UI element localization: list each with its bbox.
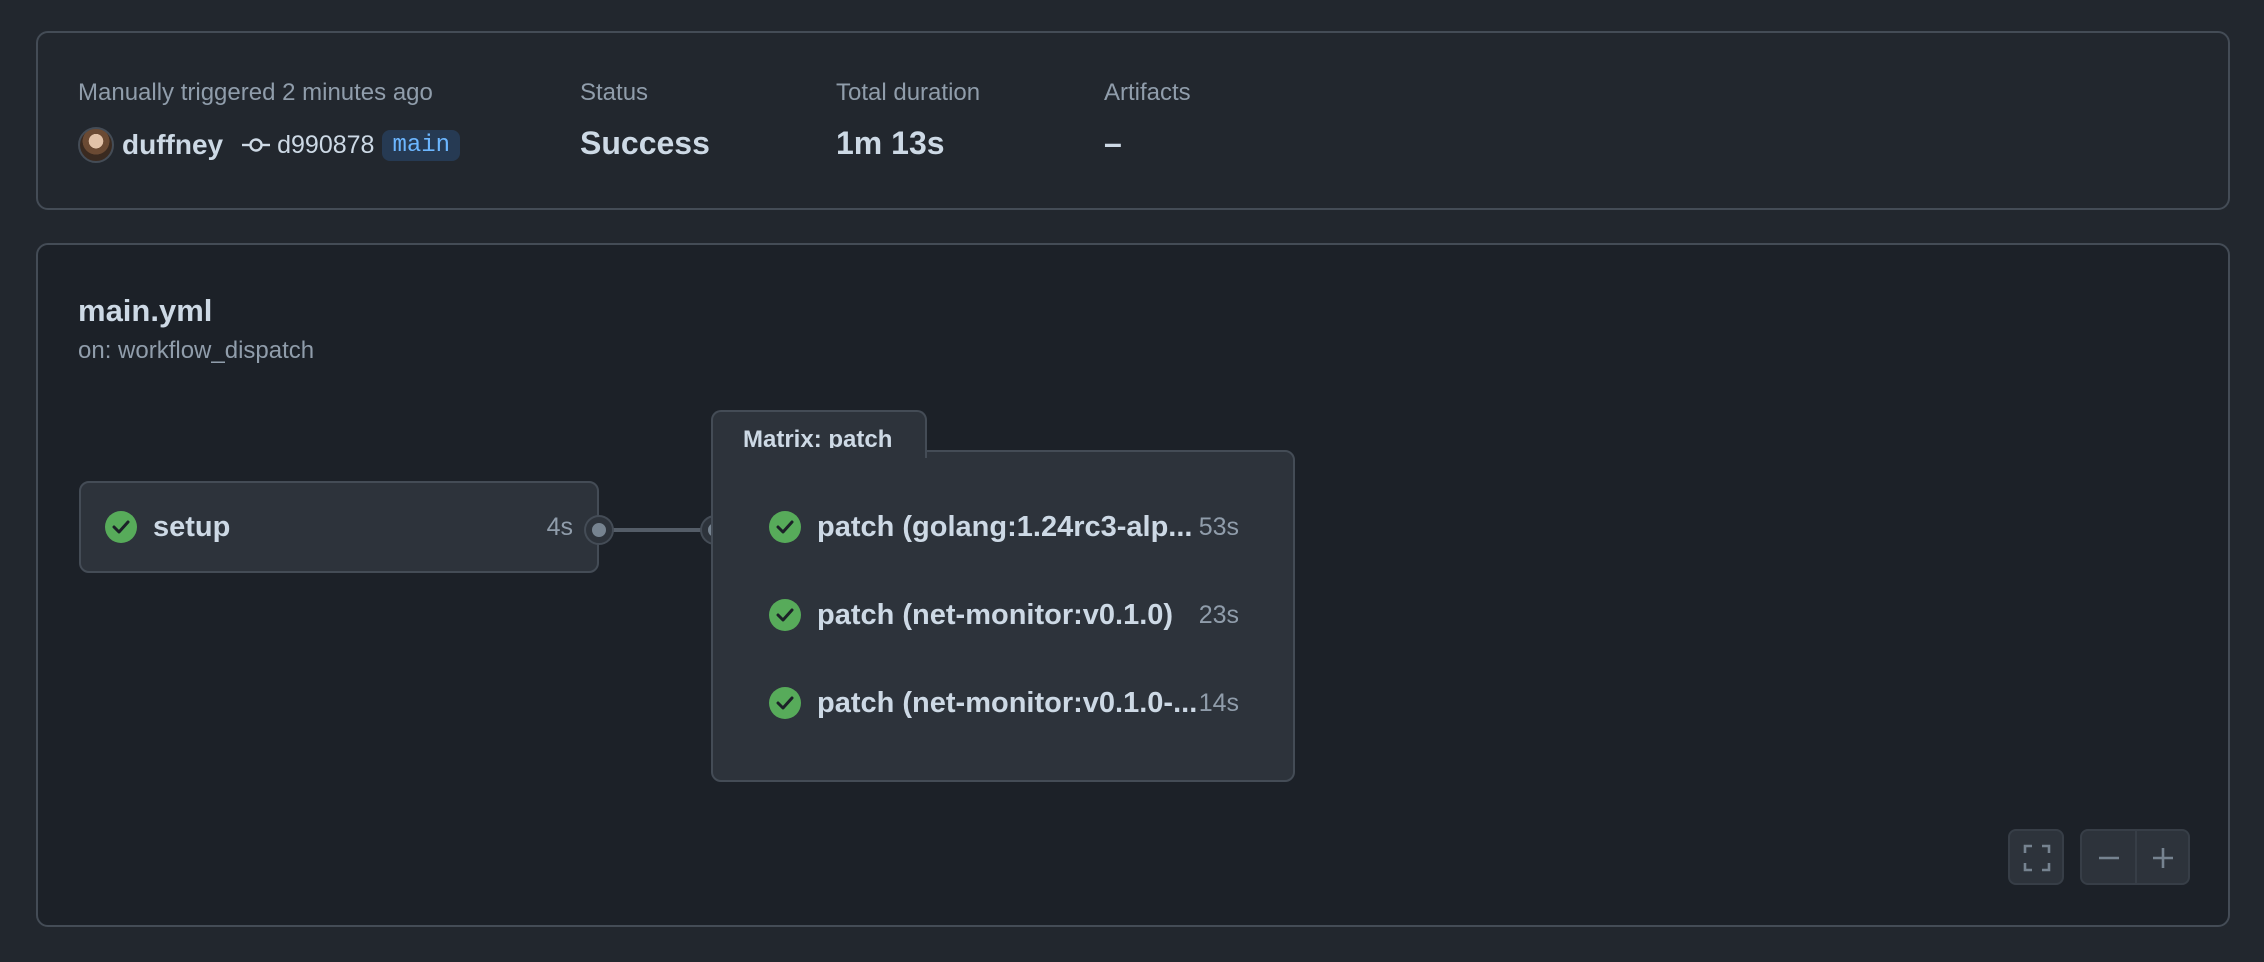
fullscreen-icon (2023, 844, 2051, 872)
actor-avatar[interactable] (78, 127, 114, 163)
trigger-details: duffney d990878 main (78, 125, 461, 165)
job-name: setup (153, 511, 231, 543)
commit-sha-link[interactable]: d990878 (277, 131, 374, 160)
job-duration: 4s (546, 513, 573, 541)
check-circle-icon (769, 687, 801, 719)
duration-info: Total duration 1m 13s (836, 79, 981, 161)
zoom-controls (2080, 829, 2190, 885)
check-circle-icon (769, 511, 801, 543)
branch-badge[interactable]: main (382, 129, 461, 161)
status-info: Status Success (580, 79, 710, 161)
duration-label: Total duration (836, 79, 981, 106)
matrix-job-duration: 14s (1198, 689, 1239, 717)
workflow-graph-panel: main.yml on: workflow_dispatch setup 4s … (36, 243, 2230, 927)
status-label: Status (580, 79, 649, 106)
matrix-tab-join (713, 448, 925, 454)
matrix-group: patch (golang:1.24rc3-alp... 53s patch (… (711, 450, 1295, 782)
artifacts-info: Artifacts – (1104, 79, 1191, 161)
job-connector (601, 528, 715, 532)
fullscreen-button[interactable] (2008, 829, 2064, 885)
trigger-label: Manually triggered 2 minutes ago (78, 79, 433, 106)
zoom-out-button[interactable] (2082, 831, 2136, 883)
workflow-file-title[interactable]: main.yml (78, 293, 212, 329)
matrix-job-duration: 53s (1198, 513, 1239, 541)
job-setup[interactable]: setup 4s (79, 481, 599, 573)
run-summary-panel: Manually triggered 2 minutes ago duffney… (36, 31, 2230, 210)
artifacts-label: Artifacts (1104, 79, 1191, 106)
check-circle-icon (769, 599, 801, 631)
zoom-in-button[interactable] (2137, 831, 2190, 883)
workflow-trigger: on: workflow_dispatch (78, 337, 315, 364)
matrix-job-name[interactable]: patch (net-monitor:v0.1.0-... (817, 687, 1197, 720)
connector-dot-out (586, 517, 612, 543)
matrix-job-duration: 23s (1198, 601, 1239, 629)
actor-username[interactable]: duffney (122, 129, 223, 161)
zoom-out-icon (2099, 856, 2119, 860)
trigger-info: Manually triggered 2 minutes ago (78, 79, 433, 107)
zoom-in-icon (2153, 848, 2173, 868)
status-value: Success (580, 125, 710, 161)
duration-value: 1m 13s (836, 125, 945, 161)
matrix-job-name[interactable]: patch (net-monitor:v0.1.0) (817, 599, 1173, 632)
artifacts-value: – (1104, 125, 1122, 161)
check-circle-icon (105, 511, 137, 543)
git-commit-icon (242, 138, 271, 152)
matrix-job-name[interactable]: patch (golang:1.24rc3-alp... (817, 511, 1192, 544)
